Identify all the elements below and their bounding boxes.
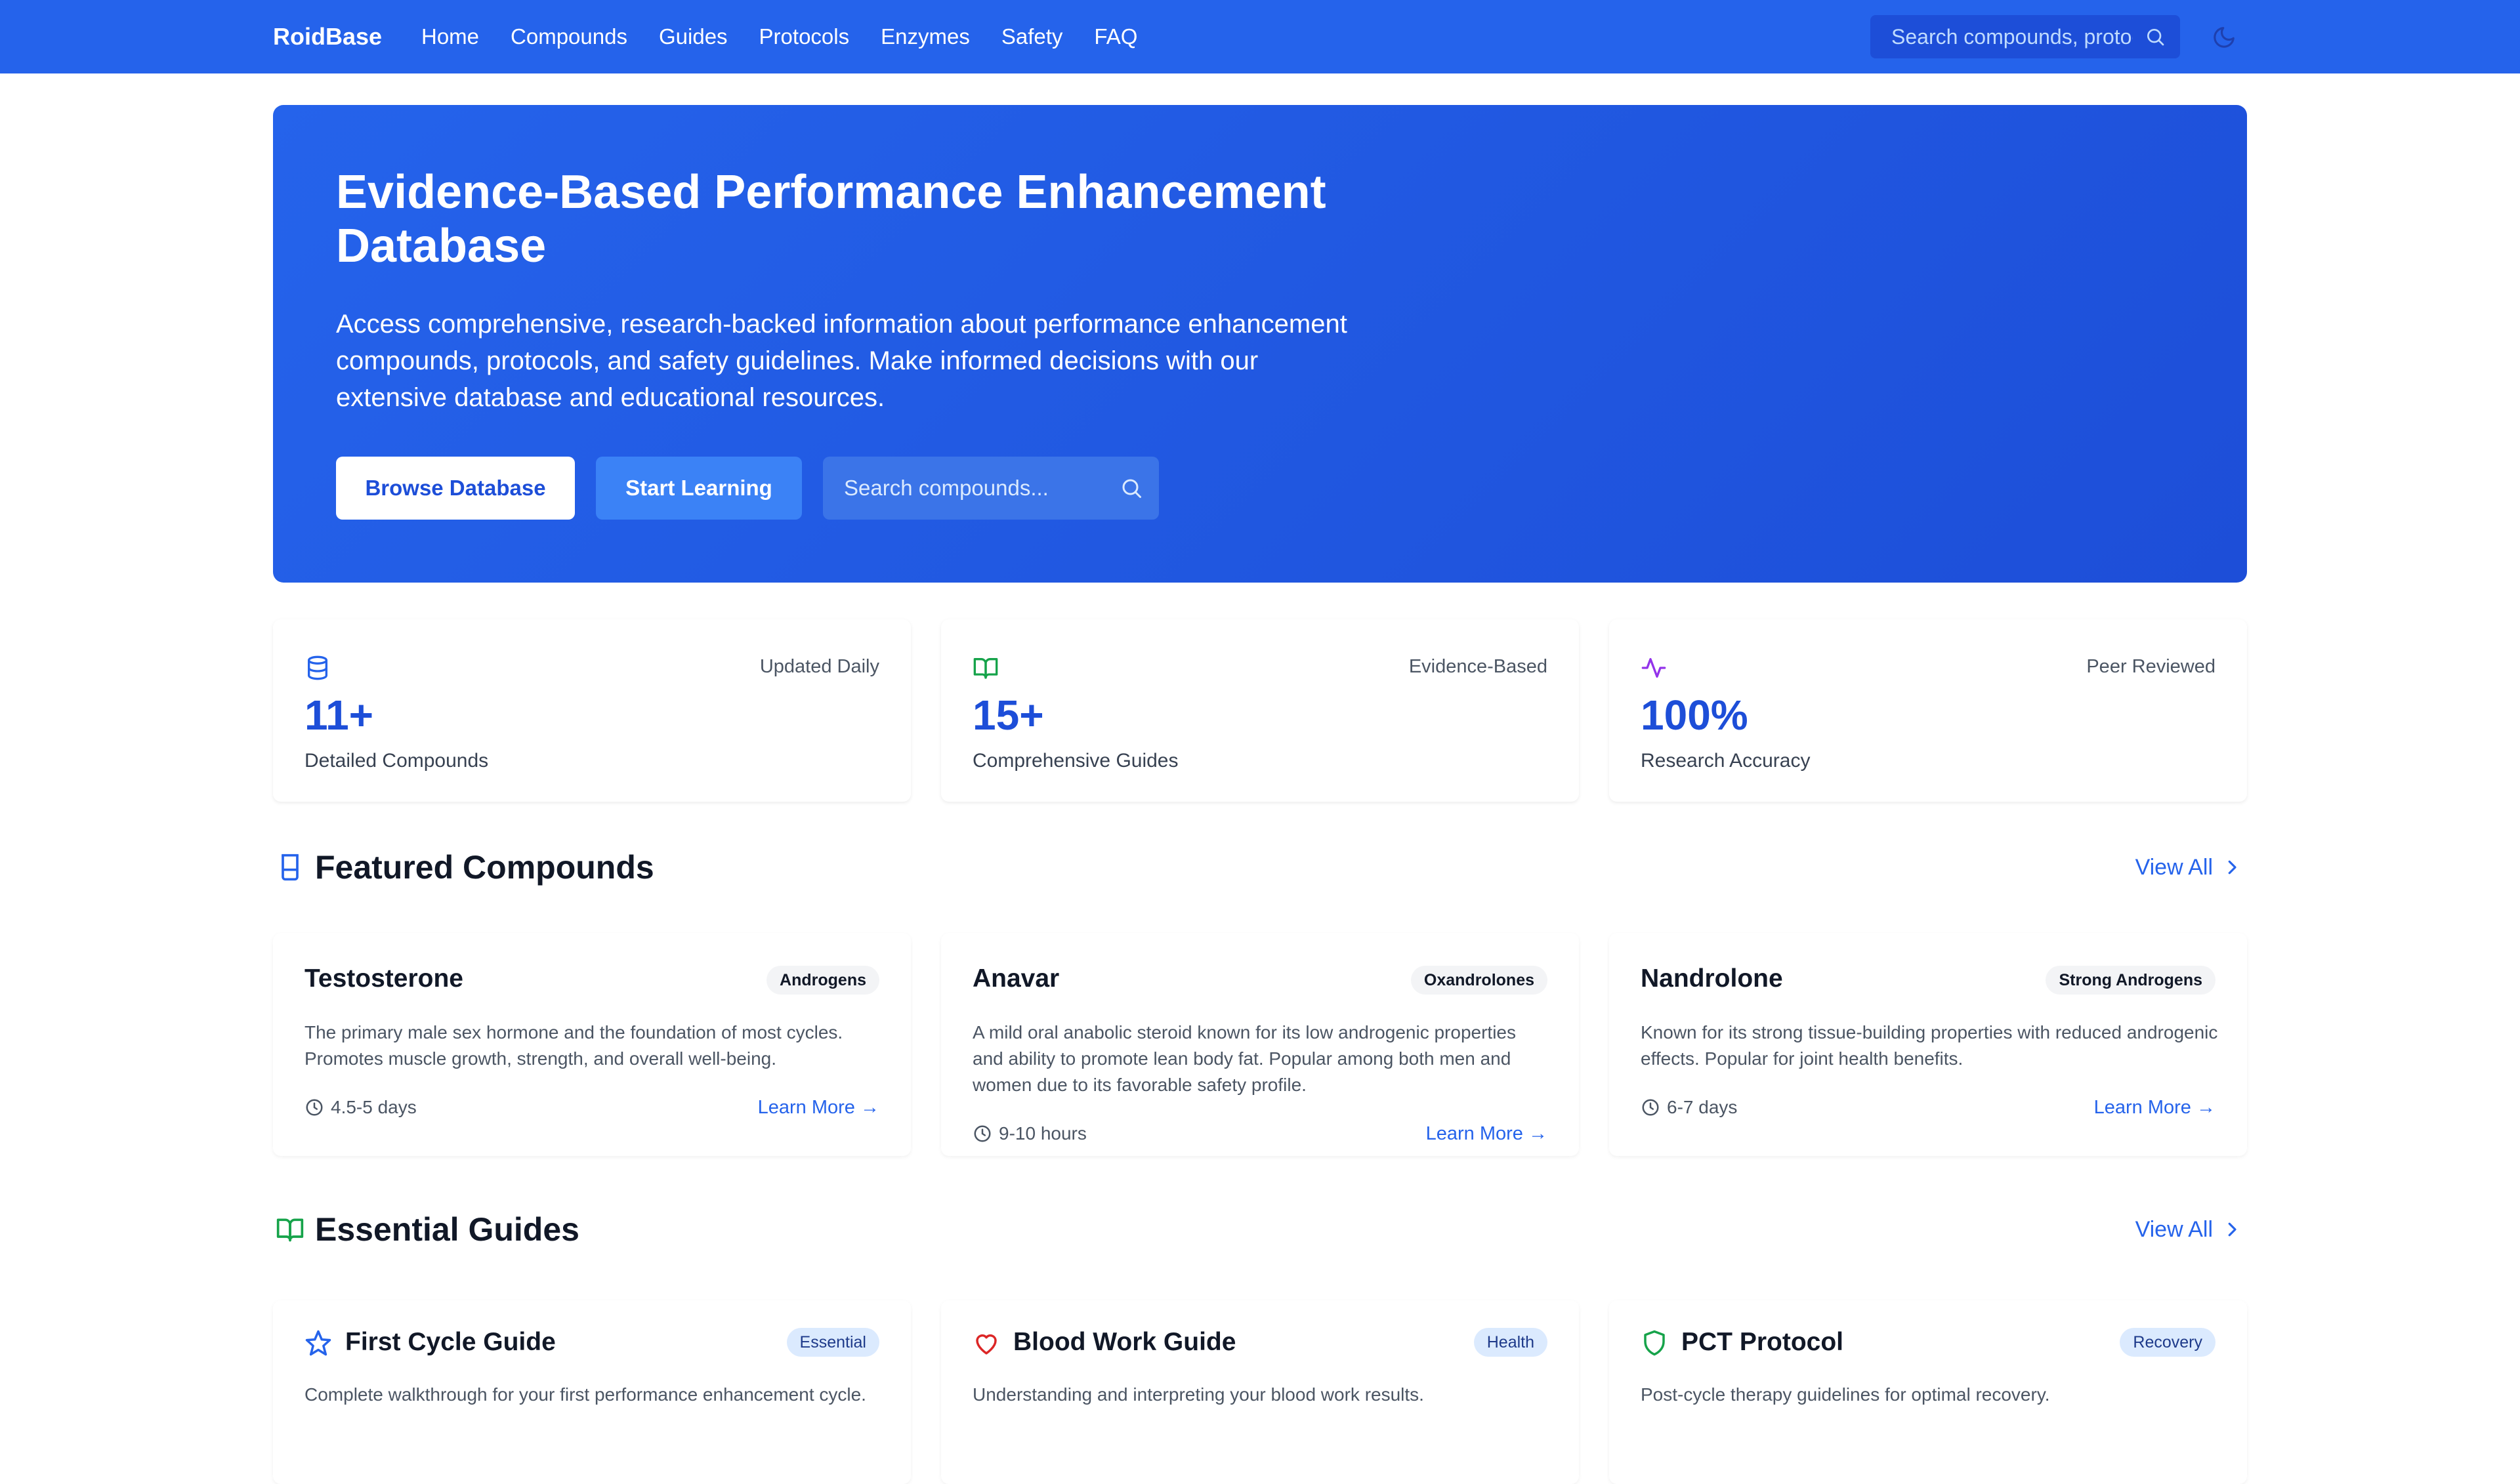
section-title: Essential Guides (315, 1211, 579, 1248)
guide-description: Complete walkthrough for your first perf… (304, 1384, 866, 1405)
stat-card-compounds: Updated Daily 11+ Detailed Compounds (273, 619, 911, 802)
nav-links: Home Compounds Guides Protocols Enzymes … (421, 21, 1137, 52)
nav-link-guides[interactable]: Guides (659, 21, 728, 52)
hero-description: Access comprehensive, research-backed in… (336, 310, 1347, 412)
nav-link-home[interactable]: Home (421, 21, 479, 52)
moon-icon[interactable] (2212, 25, 2236, 50)
guide-description: Post-cycle therapy guidelines for optima… (1641, 1384, 2050, 1405)
nav-link-protocols[interactable]: Protocols (759, 21, 850, 52)
compound-category-badge: Strong Androgens (2046, 966, 2216, 995)
guide-card-pct-protocol[interactable]: PCT Protocol Recovery Post-cycle therapy… (1609, 1300, 2247, 1484)
stat-tag: Peer Reviewed (2086, 656, 2216, 677)
guide-title: PCT Protocol (1681, 1328, 1844, 1356)
hero-search-input[interactable] (823, 457, 1105, 520)
compound-name: Anavar (973, 964, 1060, 993)
view-all-compounds-link[interactable]: View All (2135, 852, 2242, 883)
start-learning-button[interactable]: Start Learning (596, 457, 802, 520)
book-icon (973, 658, 998, 679)
browse-database-button[interactable]: Browse Database (336, 457, 575, 520)
nav-link-compounds[interactable]: Compounds (511, 21, 627, 52)
compound-category-badge: Oxandrolones (1410, 966, 1547, 995)
book-open-icon (276, 1218, 304, 1242)
view-all-guides-link[interactable]: View All (2135, 1214, 2242, 1245)
learn-more-link[interactable]: Learn More → (2094, 1094, 2216, 1121)
essential-guides-header: Essential Guides View All (273, 1205, 2247, 1252)
compound-card-nandrolone[interactable]: Nandrolone Strong Androgens Known for it… (1609, 933, 2247, 1156)
stat-value: 100% (1641, 691, 1748, 739)
compound-description: Known for its strong tissue-building pro… (1641, 1022, 2218, 1069)
nav-search-box (1870, 15, 2180, 58)
compound-category-badge: Androgens (766, 966, 879, 995)
nav-search-input[interactable] (1870, 15, 2133, 58)
stat-label: Research Accuracy (1641, 750, 1811, 772)
hero-search-box (823, 457, 1159, 520)
stat-card-guides: Evidence-Based 15+ Comprehensive Guides (941, 619, 1579, 802)
guide-category-badge: Essential (786, 1328, 879, 1357)
database-icon (308, 655, 327, 680)
guide-description: Understanding and interpreting your bloo… (973, 1384, 1424, 1405)
half-life: 9-10 hours (973, 1121, 1087, 1147)
nav-link-safety[interactable]: Safety (1001, 21, 1063, 52)
clock-icon (974, 1125, 991, 1142)
half-life-value: 6-7 days (1667, 1097, 1738, 1117)
stat-tag: Updated Daily (759, 656, 879, 677)
activity-icon (1641, 658, 1666, 678)
hero-banner: Evidence-Based Performance Enhancement D… (273, 105, 2247, 583)
hero-title: Evidence-Based Performance Enhancement D… (336, 166, 1326, 272)
top-navbar: RoidBase Home Compounds Guides Protocols… (0, 0, 2520, 73)
star-icon (305, 1330, 331, 1356)
search-icon[interactable] (1120, 476, 1143, 500)
shield-icon (1644, 1330, 1665, 1356)
compound-name: Testosterone (304, 964, 463, 993)
guide-title: First Cycle Guide (345, 1328, 556, 1356)
chevron-right-icon (2228, 860, 2236, 875)
view-all-label: View All (2135, 1217, 2213, 1242)
half-life-value: 4.5-5 days (331, 1097, 417, 1117)
half-life-value: 9-10 hours (999, 1123, 1087, 1144)
compound-name: Nandrolone (1641, 964, 1783, 993)
learn-more-link[interactable]: Learn More → (758, 1094, 879, 1121)
view-all-label: View All (2135, 855, 2213, 880)
heart-icon (976, 1334, 997, 1355)
stat-label: Comprehensive Guides (973, 750, 1179, 772)
beaker-icon (282, 854, 299, 881)
learn-more-link[interactable]: Learn More → (1426, 1121, 1547, 1147)
nav-link-enzymes[interactable]: Enzymes (881, 21, 970, 52)
stat-value: 15+ (973, 691, 1044, 739)
stat-card-accuracy: Peer Reviewed 100% Research Accuracy (1609, 619, 2247, 802)
stat-value: 11+ (304, 691, 374, 739)
nav-link-faq[interactable]: FAQ (1094, 21, 1137, 52)
featured-compounds-header: Featured Compounds View All (273, 842, 2247, 890)
guide-title: Blood Work Guide (1013, 1328, 1236, 1356)
section-title: Featured Compounds (315, 849, 654, 886)
stat-tag: Evidence-Based (1408, 656, 1547, 677)
guide-card-first-cycle[interactable]: First Cycle Guide Essential Complete wal… (273, 1300, 911, 1484)
half-life: 4.5-5 days (304, 1094, 417, 1121)
guide-category-badge: Health (1473, 1328, 1547, 1357)
chevron-right-icon (2228, 1222, 2236, 1237)
clock-icon (306, 1099, 323, 1116)
compound-card-testosterone[interactable]: Testosterone Androgens The primary male … (273, 933, 911, 1156)
clock-icon (1642, 1099, 1659, 1116)
stat-label: Detailed Compounds (304, 750, 489, 772)
guide-category-badge: Recovery (2120, 1328, 2216, 1357)
compound-description: A mild oral anabolic steroid known for i… (973, 1022, 1516, 1095)
brand-logo[interactable]: RoidBase (273, 21, 382, 52)
compound-card-anavar[interactable]: Anavar Oxandrolones A mild oral anabolic… (941, 933, 1579, 1156)
search-icon[interactable] (2145, 26, 2166, 47)
half-life: 6-7 days (1641, 1094, 1737, 1121)
guide-card-blood-work[interactable]: Blood Work Guide Health Understanding an… (941, 1300, 1579, 1484)
compound-description: The primary male sex hormone and the fou… (304, 1022, 843, 1069)
